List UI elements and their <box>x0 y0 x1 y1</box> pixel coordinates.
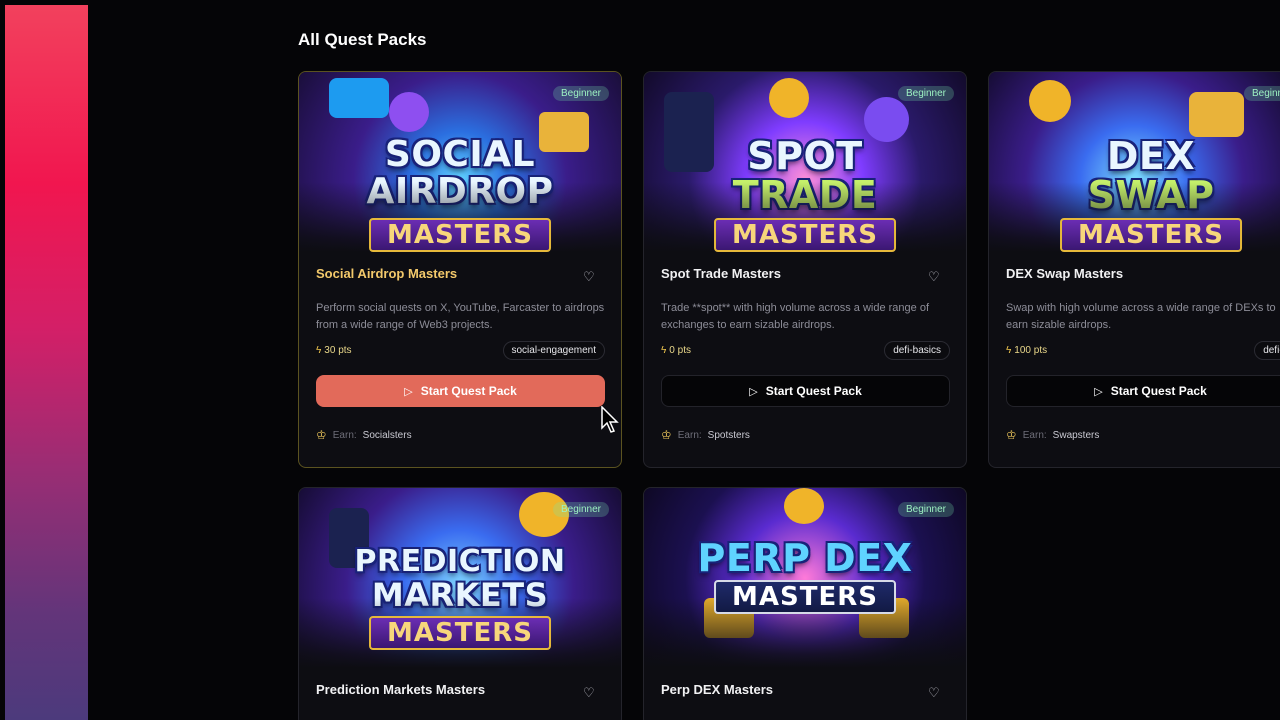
quest-card-prediction-markets[interactable]: PREDICTION MARKETS MASTERS Beginner Pred… <box>298 487 622 720</box>
art-title-line1: PERP DEX <box>697 536 913 580</box>
start-quest-pack-button[interactable]: ▷ Start Quest Pack <box>316 375 605 407</box>
card-title[interactable]: Perp DEX Masters <box>661 682 773 697</box>
earn-label: Earn: <box>677 429 702 441</box>
level-badge: Beginner <box>897 502 954 517</box>
art-subtitle: MASTERS <box>369 616 551 650</box>
lightning-icon: ϟ <box>661 345 667 356</box>
play-icon: ▷ <box>1094 385 1103 398</box>
heart-icon[interactable]: ♡ <box>928 270 942 284</box>
art-subtitle: MASTERS <box>714 218 896 252</box>
lightning-icon: ϟ <box>316 345 322 356</box>
earn-reward: ♔ Earn: Swapsters <box>1006 428 1099 442</box>
card-artwork: SOCIAL AIRDROP MASTERS Beginner <box>299 72 621 252</box>
art-title-line2: TRADE <box>732 173 878 217</box>
art-title-line1: SPOT <box>747 134 863 178</box>
points: ϟ 100 pts <box>1006 345 1047 356</box>
level-badge: Beginner <box>897 86 954 101</box>
button-label: Start Quest Pack <box>420 384 517 398</box>
card-title[interactable]: Spot Trade Masters <box>661 266 781 281</box>
card-title[interactable]: Prediction Markets Masters <box>316 682 485 697</box>
quest-card-social-airdrop[interactable]: SOCIAL AIRDROP MASTERS Beginner Social A… <box>298 71 622 468</box>
art-title-line1: SOCIAL <box>384 134 536 175</box>
mouse-cursor-icon <box>601 406 619 433</box>
category-tag: defi-basics <box>1254 341 1280 360</box>
art-subtitle: MASTERS <box>714 580 896 614</box>
earn-name: Swapsters <box>1052 429 1100 441</box>
card-title[interactable]: DEX Swap Masters <box>1006 266 1123 281</box>
medal-icon: ♔ <box>661 428 672 442</box>
points: ϟ0 pts <box>661 345 691 356</box>
start-quest-pack-button[interactable]: ▷ Start Quest Pack <box>1006 375 1280 407</box>
button-label: Start Quest Pack <box>765 384 862 398</box>
earn-reward: ♔ Earn: Socialsters <box>316 428 412 442</box>
points-value: 30 pts <box>324 345 352 356</box>
art-title-line1: DEX <box>1106 134 1196 178</box>
heart-icon[interactable]: ♡ <box>583 686 597 700</box>
art-title-line1: PREDICTION <box>354 544 566 579</box>
heart-icon[interactable]: ♡ <box>928 686 942 700</box>
earn-reward: ♔ Earn: Spotsters <box>661 428 750 442</box>
category-tag: defi-basics <box>884 341 950 360</box>
card-description: Trade **spot** with high volume across a… <box>661 302 930 331</box>
medal-icon: ♔ <box>1006 428 1017 442</box>
card-artwork: DEX SWAP MASTERS Beginner <box>989 72 1280 252</box>
card-artwork: PERP DEX MASTERS Beginner <box>644 488 966 668</box>
art-subtitle: MASTERS <box>369 218 551 252</box>
art-title-line2: MARKETS <box>371 576 549 614</box>
card-description: Perform social quests on X, YouTube, Far… <box>316 302 605 331</box>
level-badge: Beginner <box>552 502 609 517</box>
art-subtitle: MASTERS <box>1060 218 1242 252</box>
card-title[interactable]: Social Airdrop Masters <box>316 266 457 281</box>
art-title-line2: SWAP <box>1087 173 1215 217</box>
points-value: 0 pts <box>669 345 691 356</box>
earn-label: Earn: <box>332 429 357 441</box>
button-label: Start Quest Pack <box>1110 384 1207 398</box>
art-title-line2: AIRDROP <box>366 171 554 212</box>
card-artwork: PREDICTION MARKETS MASTERS Beginner <box>299 488 621 668</box>
card-artwork: SPOT TRADE MASTERS Beginner <box>644 72 966 252</box>
medal-icon: ♔ <box>316 428 327 442</box>
quest-card-perp-dex[interactable]: PERP DEX MASTERS Beginner Perp DEX Maste… <box>643 487 967 720</box>
side-gradient-panel <box>5 5 88 720</box>
heart-icon[interactable]: ♡ <box>583 270 597 284</box>
play-icon: ▷ <box>749 385 758 398</box>
start-quest-pack-button[interactable]: ▷ Start Quest Pack <box>661 375 950 407</box>
level-badge: Beginner <box>552 86 609 101</box>
level-badge: Beginner <box>1243 86 1280 101</box>
points: ϟ 30 pts <box>316 345 352 356</box>
quest-card-spot-trade[interactable]: SPOT TRADE MASTERS Beginner Spot Trade M… <box>643 71 967 468</box>
points-value: 100 pts <box>1014 345 1048 356</box>
card-description: Swap with high volume across a wide rang… <box>1006 302 1276 331</box>
earn-name: Spotsters <box>707 429 750 441</box>
earn-label: Earn: <box>1022 429 1047 441</box>
section-title: All Quest Packs <box>298 30 427 49</box>
lightning-icon: ϟ <box>1006 345 1012 356</box>
play-icon: ▷ <box>404 385 413 398</box>
earn-name: Socialsters <box>362 429 412 441</box>
category-tag: social-engagement <box>502 341 605 360</box>
quest-card-dex-swap[interactable]: DEX SWAP MASTERS Beginner DEX Swap Maste… <box>988 71 1280 468</box>
